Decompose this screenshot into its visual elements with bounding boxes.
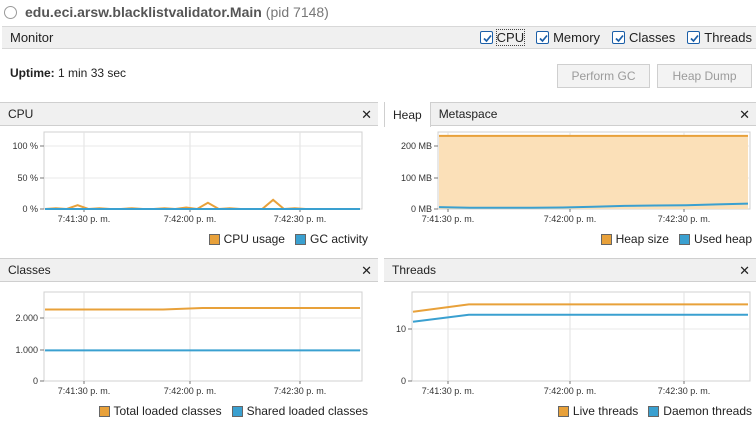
window-title-bar: edu.eci.arsw.blacklistvalidator.Main (pi… xyxy=(0,0,756,24)
x-tick-label: 7:41:30 p. m. xyxy=(58,214,111,224)
legend-swatch xyxy=(678,233,690,245)
status-circle-icon xyxy=(4,5,17,19)
checkbox-checked-icon[interactable] xyxy=(536,31,550,44)
checkbox-checked-icon[interactable] xyxy=(479,31,493,44)
x-tick-label: 7:42:30 p. m. xyxy=(274,386,327,396)
classes-checkbox[interactable]: Classes xyxy=(612,30,675,45)
x-tick-label: 7:42:00 p. m. xyxy=(164,386,217,396)
cpu-panel: CPU ✕ 100 % 50 % 0 % 7:41:30 p. m. 7:42:00 p… xyxy=(0,102,378,252)
x-tick-label: 7:42:30 p. m. xyxy=(274,214,327,224)
classes-legend: Total loaded classes Shared loaded class… xyxy=(89,404,368,418)
y-tick-label: 100 MB xyxy=(401,173,432,183)
app-name: edu.eci.arsw.blacklistvalidator.Main xyxy=(25,4,262,20)
y-tick-label: 50 % xyxy=(17,173,38,183)
checkbox-checked-icon[interactable] xyxy=(612,31,626,44)
heap-legend: Heap size Used heap xyxy=(591,232,752,246)
y-tick-label: 0 xyxy=(401,376,406,386)
uptime: Uptime: 1 min 33 sec xyxy=(10,66,127,80)
x-tick-label: 7:41:30 p. m. xyxy=(422,386,475,396)
threads-panel: Threads ✕ 10 0 7:41:30 p. m. 7:42:00 p. m. 7… xyxy=(384,258,756,422)
heap-panel-header: Heap Metaspace ✕ xyxy=(384,102,756,127)
x-tick-label: 7:42:00 p. m. xyxy=(544,214,597,224)
tab-heap[interactable]: Heap xyxy=(384,102,431,127)
y-tick-label: 10 xyxy=(396,324,406,334)
y-tick-label: 0 xyxy=(33,376,38,386)
threads-chart: 10 0 7:41:30 p. m. 7:42:00 p. m. 7:42:30 p. … xyxy=(396,291,751,396)
threads-checkbox[interactable]: Threads xyxy=(687,30,752,45)
threads-legend: Live threads Daemon threads xyxy=(548,404,752,418)
x-tick-label: 7:42:30 p. m. xyxy=(658,386,711,396)
classes-chart: 2.000 1.000 0 7:41:30 p. m. 7:42:00 p. m. 7:4… xyxy=(15,291,363,396)
monitor-checkboxes: CPU Memory Classes Threads xyxy=(468,29,756,46)
area-fill-heap-size xyxy=(439,135,748,209)
legend-swatch xyxy=(648,405,660,417)
classes-panel-title: Classes xyxy=(8,263,51,277)
classes-panel-header: Classes ✕ xyxy=(0,258,378,282)
cpu-panel-title: CPU xyxy=(8,107,34,121)
x-tick-label: 7:42:00 p. m. xyxy=(544,386,597,396)
threads-panel-header: Threads ✕ xyxy=(384,258,756,282)
legend-swatch xyxy=(600,233,612,245)
close-icon[interactable]: ✕ xyxy=(361,107,372,123)
process-id: (pid 7148) xyxy=(265,4,329,20)
classes-panel: Classes ✕ 2.000 1.000 0 7:41:30 p. m. 7:42:0… xyxy=(0,258,378,422)
cpu-legend: CPU usage GC activity xyxy=(199,232,368,246)
plot-area xyxy=(43,131,363,210)
uptime-value: 1 min 33 sec xyxy=(58,66,127,80)
heap-panel: Heap Metaspace ✕ 200 MB 100 MB 0 MB 7:41:30… xyxy=(384,102,756,252)
cpu-checkbox[interactable]: CPU xyxy=(479,29,526,46)
perform-gc-button[interactable]: Perform GC xyxy=(557,64,650,88)
legend-swatch xyxy=(557,405,569,417)
close-icon[interactable]: ✕ xyxy=(739,263,750,279)
legend-swatch xyxy=(294,233,306,245)
memory-checkbox[interactable]: Memory xyxy=(536,30,600,45)
monitor-label: Monitor xyxy=(10,30,54,45)
legend-swatch xyxy=(208,233,220,245)
monitor-toolbar: Monitor CPU Memory Classes Threads xyxy=(2,26,756,49)
y-tick-label: 100 % xyxy=(12,141,38,151)
x-tick-label: 7:41:30 p. m. xyxy=(422,214,475,224)
close-icon[interactable]: ✕ xyxy=(361,263,372,279)
y-tick-label: 2.000 xyxy=(15,313,38,323)
heap-chart: 200 MB 100 MB 0 MB7:41:30 p. m. 7:42:00 p. … xyxy=(401,131,751,224)
legend-swatch xyxy=(98,405,110,417)
close-icon[interactable]: ✕ xyxy=(739,107,750,123)
tab-metaspace[interactable]: Metaspace xyxy=(431,102,506,126)
x-tick-label: 7:42:30 p. m. xyxy=(658,214,711,224)
y-tick-label: 1.000 xyxy=(15,345,38,355)
cpu-chart: 100 % 50 % 0 % 7:41:30 p. m. 7:42:00 p. m. 7:… xyxy=(12,131,363,224)
threads-panel-title: Threads xyxy=(392,263,437,277)
x-tick-label: 7:42:00 p. m. xyxy=(164,214,217,224)
y-tick-label: 0 % xyxy=(22,204,38,214)
checkbox-checked-icon[interactable] xyxy=(687,31,701,44)
plot-area xyxy=(43,291,363,382)
x-tick-label: 7:41:30 p. m. xyxy=(58,386,111,396)
heap-dump-button[interactable]: Heap Dump xyxy=(657,64,752,88)
legend-swatch xyxy=(231,405,243,417)
cpu-panel-header: CPU ✕ xyxy=(0,102,378,126)
y-tick-label: 0 MB xyxy=(411,204,432,214)
y-tick-label: 200 MB xyxy=(401,141,432,151)
